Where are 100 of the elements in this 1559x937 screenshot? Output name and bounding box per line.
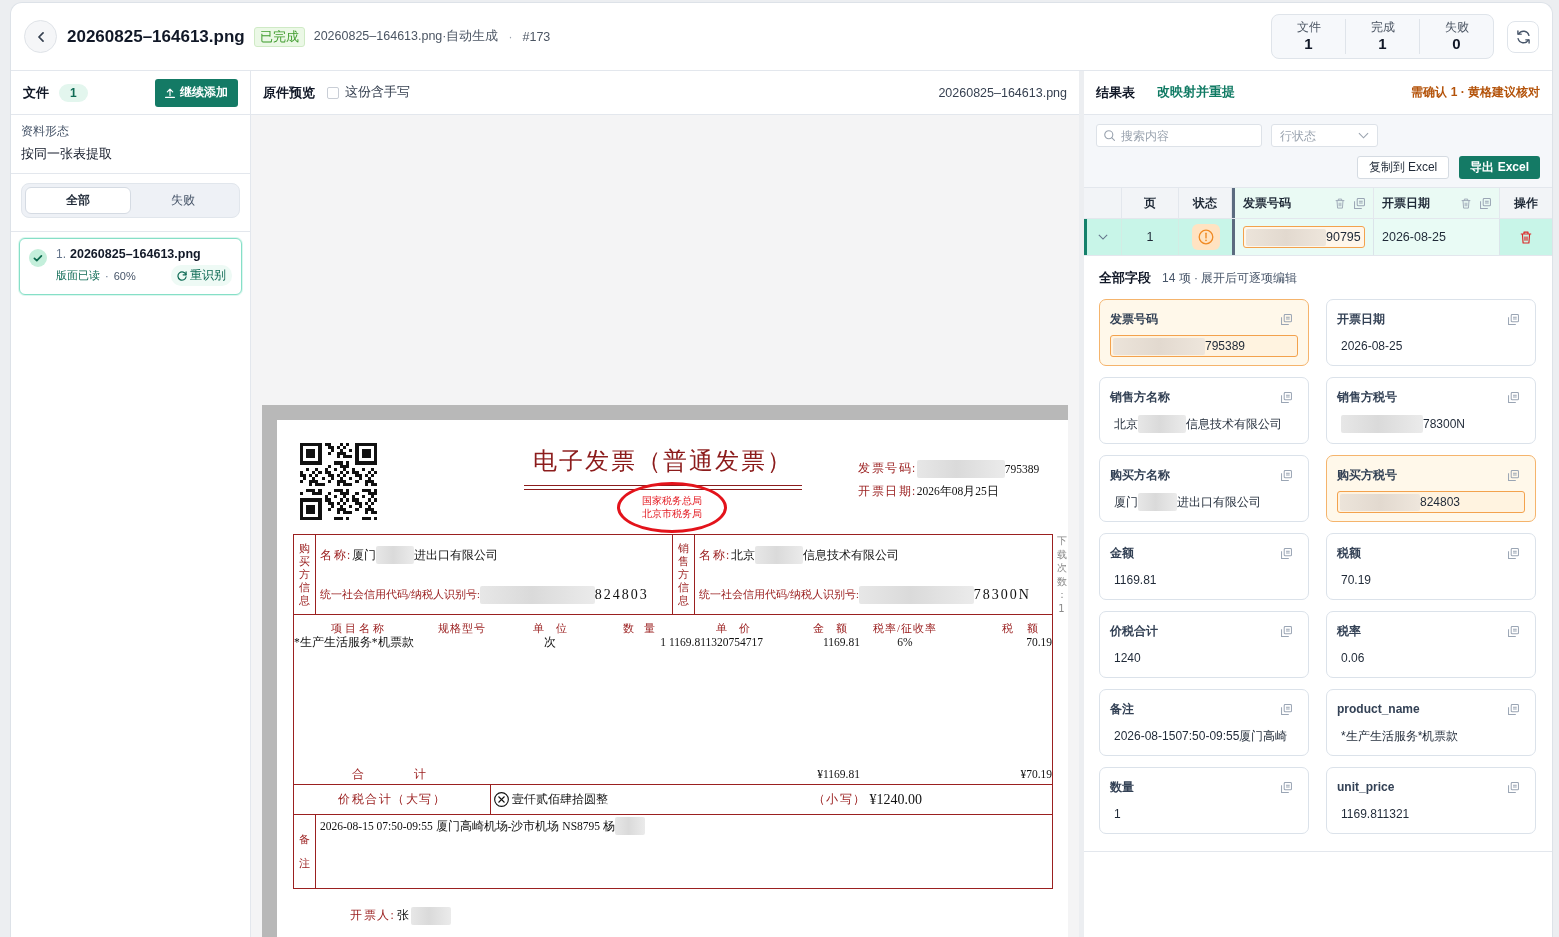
field-value: 78300N bbox=[1423, 417, 1466, 431]
blurred-text-block bbox=[1138, 493, 1177, 511]
search-icon bbox=[1104, 130, 1115, 141]
field-label: 开票日期 bbox=[1337, 310, 1385, 328]
panel-title: 原件预览 bbox=[263, 83, 315, 102]
invoice-title: 电子发票（普通发票） bbox=[532, 447, 793, 475]
stat-label: 完成 bbox=[1370, 20, 1395, 34]
export-excel-button[interactable]: 导出 Excel bbox=[1459, 156, 1540, 179]
circled-x-icon bbox=[494, 792, 509, 807]
copy-icon[interactable] bbox=[1281, 625, 1292, 637]
field-label: 金额 bbox=[1110, 544, 1134, 562]
field-value: 北京 bbox=[1114, 415, 1138, 433]
chevron-down-icon[interactable] bbox=[1358, 132, 1369, 139]
blurred-text-block bbox=[1138, 415, 1186, 433]
table-row[interactable]: 1 90795 2026-08-25 bbox=[1084, 219, 1552, 256]
field-value: 2026-08-1507:50-09:55厦门高崎 bbox=[1114, 727, 1288, 745]
column-title[interactable]: 开票日期 bbox=[1382, 194, 1430, 212]
copy-icon[interactable] bbox=[1508, 625, 1519, 637]
column-label: 税额 bbox=[1001, 621, 1052, 635]
remap-link[interactable]: 改映射并重提 bbox=[1157, 84, 1235, 101]
refresh-button[interactable] bbox=[1507, 20, 1539, 53]
stat-value: 1 bbox=[1378, 35, 1387, 53]
field-value: 1169.81 bbox=[1114, 573, 1157, 587]
party-heading: 销售方信息 bbox=[678, 541, 689, 608]
trash-icon[interactable] bbox=[1520, 230, 1532, 244]
party-name-label: 名称: bbox=[699, 547, 731, 563]
value-field[interactable]: 90795 bbox=[1243, 226, 1365, 248]
section-label: 资料形态 bbox=[21, 124, 70, 138]
review-note: 需确认 1 · 黄格建议核对 bbox=[1411, 84, 1540, 101]
chevron-down-icon[interactable] bbox=[1097, 234, 1108, 240]
copy-icon[interactable] bbox=[1508, 391, 1519, 403]
field-label: 税额 bbox=[1337, 544, 1361, 562]
column-label: 项目名称 bbox=[330, 621, 388, 635]
copy-icon[interactable] bbox=[1508, 547, 1519, 559]
checkbox-label[interactable]: 这份含手写 bbox=[345, 84, 410, 101]
trash-icon[interactable] bbox=[1461, 197, 1471, 209]
item-tax: 70.19 bbox=[1025, 635, 1052, 650]
remarks-label: 备注 bbox=[299, 832, 310, 871]
copy-icon[interactable] bbox=[1281, 313, 1292, 325]
filter-tab[interactable]: 全部 bbox=[25, 187, 131, 214]
separator-dot: · bbox=[105, 269, 109, 282]
invoice-number: 795389 bbox=[1004, 462, 1040, 475]
search-field[interactable]: 搜索内容 bbox=[1096, 124, 1262, 147]
invoice-number-label: 发票号码: bbox=[858, 461, 917, 476]
value-field[interactable]: 795389 bbox=[1110, 335, 1298, 357]
total-label: 合计 bbox=[351, 767, 476, 782]
file-card[interactable]: 1. 20260825–164613.png 版面已读 · 60% 重识别 bbox=[19, 238, 242, 295]
file-progress: 版面已读 bbox=[56, 268, 100, 283]
extraction-mode: 按同一张表提取 bbox=[21, 146, 113, 162]
rerun-button[interactable]: 重识别 bbox=[171, 265, 232, 286]
field-label: 销售方税号 bbox=[1337, 388, 1397, 406]
item-unit: 次 bbox=[543, 635, 557, 650]
copy-icon[interactable] bbox=[1281, 781, 1292, 793]
copy-icon[interactable] bbox=[1508, 469, 1519, 481]
grand-total-small-label: （小写） bbox=[812, 792, 867, 807]
blurred-text-block bbox=[375, 546, 414, 564]
copy-to-excel-button[interactable]: 复制到 Excel bbox=[1356, 156, 1450, 179]
trash-icon[interactable] bbox=[1335, 197, 1345, 209]
copy-icon[interactable] bbox=[1508, 703, 1519, 715]
column-title[interactable]: 发票号码 bbox=[1243, 194, 1291, 212]
file-name: 20260825–164613.png bbox=[938, 85, 1067, 100]
field-value: 70.19 bbox=[1341, 573, 1372, 587]
field-label: product_name bbox=[1337, 702, 1420, 716]
tax-id: 78300N bbox=[973, 587, 1031, 603]
copy-icon[interactable] bbox=[1281, 547, 1292, 559]
total-tax: ¥70.19 bbox=[1019, 767, 1052, 782]
panel-title: 文件 bbox=[23, 83, 49, 102]
remarks-text: 2026-08-15 07:50-09:55 厦门高崎机场-沙市机场 NS8795 杨 bbox=[320, 818, 615, 834]
item-amount: 1169.81 bbox=[822, 635, 860, 650]
copy-icon[interactable] bbox=[1281, 703, 1292, 715]
issuer-label: 开票人: bbox=[350, 908, 396, 923]
field-label: unit_price bbox=[1337, 780, 1395, 794]
party-name: 厦门 bbox=[351, 547, 376, 563]
copy-icon[interactable] bbox=[1508, 781, 1519, 793]
field-value: 信息技术有限公司 bbox=[1186, 415, 1282, 433]
run-number: #173 bbox=[522, 29, 551, 44]
separator-dot: · bbox=[508, 29, 513, 44]
party-name: 进出口有限公司 bbox=[413, 547, 498, 563]
copy-icon[interactable] bbox=[1281, 469, 1292, 481]
copy-icon[interactable] bbox=[1508, 313, 1519, 325]
field-value: 1169.811321 bbox=[1341, 807, 1410, 821]
back-button[interactable] bbox=[24, 20, 57, 53]
field-value: 厦门 bbox=[1114, 493, 1138, 511]
add-files-button[interactable]: 继续添加 bbox=[155, 78, 238, 107]
field-label: 购买方税号 bbox=[1337, 466, 1397, 484]
copy-icon[interactable] bbox=[1281, 391, 1292, 403]
checkbox[interactable] bbox=[327, 86, 339, 99]
copy-icon[interactable] bbox=[1354, 197, 1365, 209]
stat-label: 文件 bbox=[1296, 20, 1321, 34]
row-status-select[interactable]: 行状态 bbox=[1271, 124, 1378, 147]
copy-icon[interactable] bbox=[1480, 197, 1491, 209]
value-field[interactable]: 824803 bbox=[1337, 491, 1525, 513]
column-label: 单价 bbox=[715, 621, 763, 635]
field-value: 1240 bbox=[1114, 651, 1141, 665]
cell-text: 2026-08-25 bbox=[1382, 230, 1446, 244]
filter-tab[interactable]: 失败 bbox=[130, 187, 236, 214]
field-label: 发票号码 bbox=[1110, 310, 1158, 328]
column-label: 数量 bbox=[622, 621, 666, 635]
field-label: 价税合计 bbox=[1110, 622, 1158, 640]
download-count: 下载次数：1 bbox=[1056, 534, 1067, 615]
